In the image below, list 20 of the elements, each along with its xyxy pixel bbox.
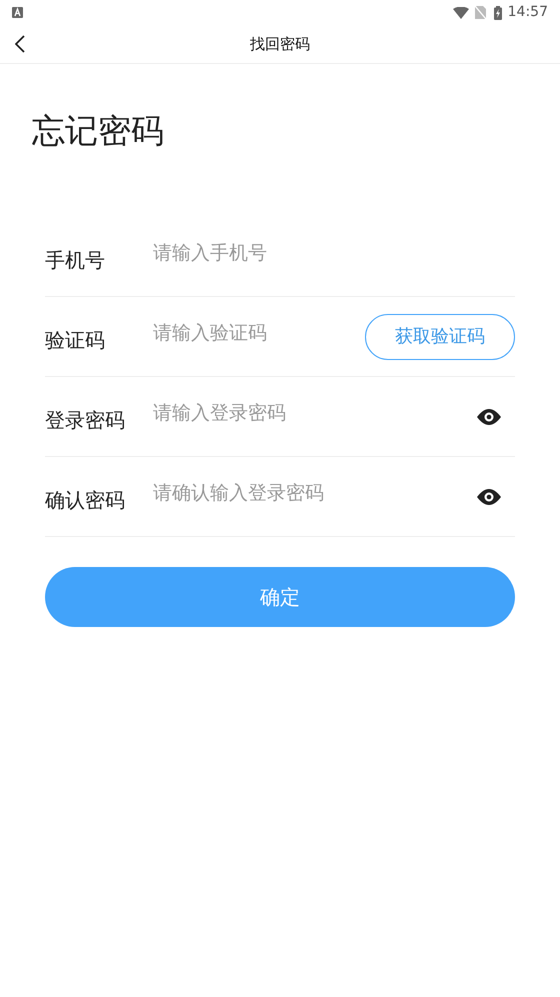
- wifi-icon: [452, 6, 469, 18]
- battery-charging-icon: [494, 6, 502, 20]
- field-label: 验证码: [45, 326, 106, 354]
- field-label: 确认密码: [45, 486, 126, 514]
- chevron-left-icon: [15, 35, 25, 53]
- eye-icon[interactable]: [477, 488, 501, 504]
- input-field[interactable]: 请确认输入登录密码: [153, 477, 477, 509]
- get-code-button[interactable]: 获取验证码: [365, 314, 515, 360]
- no-sim-icon: [474, 6, 486, 19]
- confirm-button[interactable]: 确定: [45, 567, 515, 627]
- clock-time: 14:57: [508, 3, 548, 22]
- field-label: 手机号: [45, 246, 106, 274]
- forgot-password-heading: 忘记密码: [32, 114, 165, 147]
- app-notification-icon: [12, 7, 23, 18]
- input-field[interactable]: 请输入验证码: [153, 317, 365, 349]
- field-label: 登录密码: [45, 406, 126, 434]
- eye-icon[interactable]: [477, 408, 501, 424]
- input-field[interactable]: 请输入登录密码: [153, 397, 477, 429]
- input-field[interactable]: 请输入手机号: [153, 237, 515, 269]
- page-title: 找回密码: [250, 34, 310, 55]
